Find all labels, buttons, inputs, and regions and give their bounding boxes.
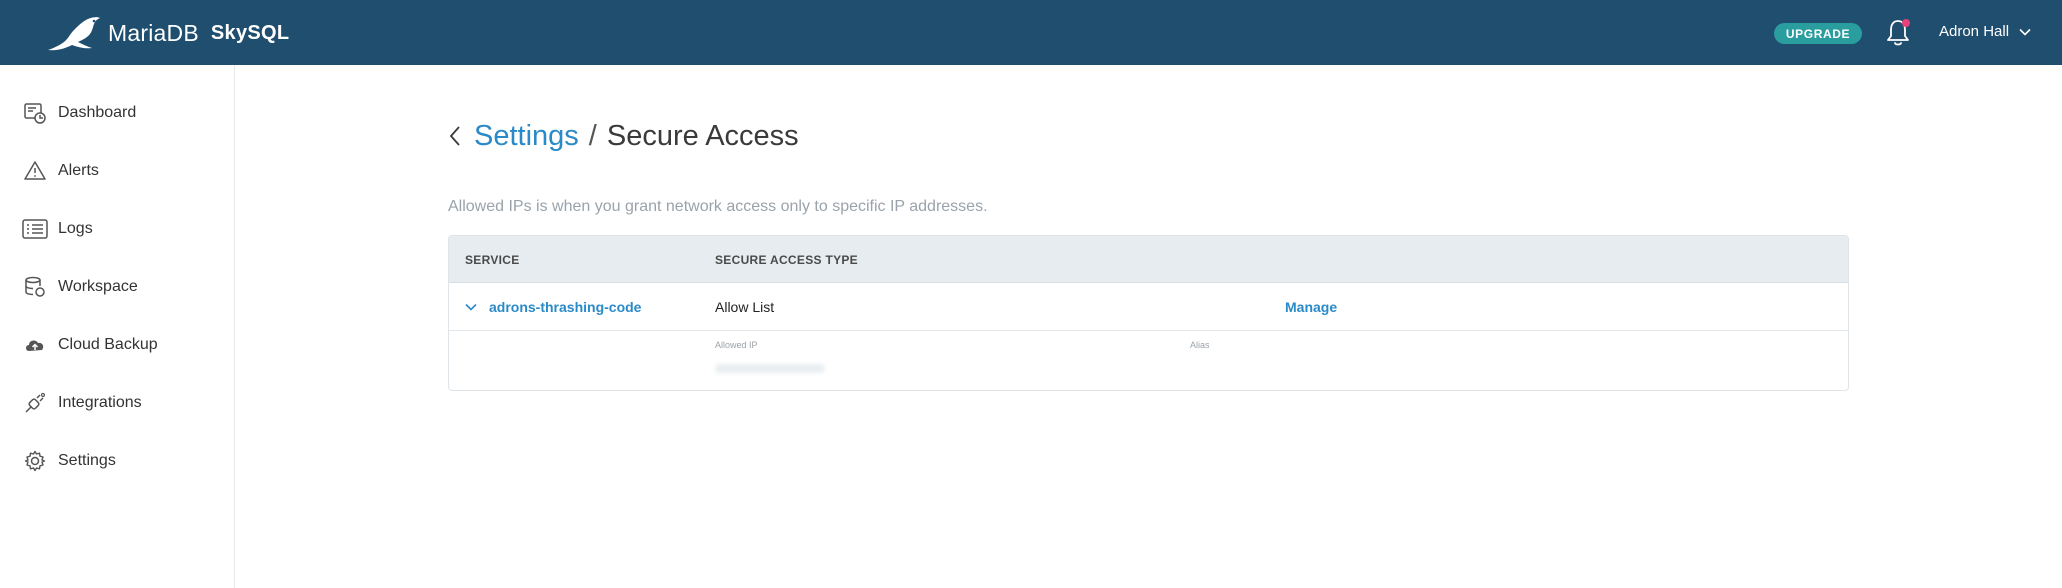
allowed-ip-label: Allowed IP <box>715 340 758 350</box>
sidebar-item-label: Logs <box>58 220 93 237</box>
gear-icon <box>22 448 48 474</box>
redacted-ip-value <box>715 364 825 373</box>
column-header-secure-access-type: SECURE ACCESS TYPE <box>715 252 858 267</box>
sidebar-item-label: Cloud Backup <box>58 336 158 353</box>
sidebar-item-label: Workspace <box>58 278 138 295</box>
breadcrumb: Settings / Secure Access <box>448 118 799 154</box>
sidebar-item-label: Integrations <box>58 394 142 411</box>
sidebar-item-workspace[interactable]: Workspace <box>22 272 138 302</box>
user-menu[interactable]: Adron Hall <box>1939 23 2031 40</box>
user-name: Adron Hall <box>1939 23 2010 40</box>
sidebar: Dashboard Alerts Logs Workspace Cloud Ba… <box>0 65 235 588</box>
access-type: Allow List <box>715 299 775 315</box>
logs-icon <box>22 216 48 242</box>
service-name: adrons-thrashing-code <box>489 299 642 315</box>
product-name: SkySQL <box>210 21 290 44</box>
alert-triangle-icon <box>22 158 48 184</box>
workspace-icon <box>22 274 48 300</box>
brand-logo[interactable]: MariaDB SkySQL <box>46 12 289 54</box>
back-chevron-icon[interactable] <box>448 122 468 150</box>
chevron-down-icon[interactable] <box>465 303 479 311</box>
breadcrumb-separator: / <box>588 119 597 152</box>
sidebar-item-settings[interactable]: Settings <box>22 446 116 476</box>
alias-label: Alias <box>1190 340 1210 350</box>
sidebar-item-label: Dashboard <box>58 104 137 121</box>
notification-dot <box>1902 19 1910 27</box>
manage-link[interactable]: Manage <box>1285 283 1337 331</box>
breadcrumb-settings-link[interactable]: Settings <box>474 120 579 153</box>
plug-icon <box>22 390 48 416</box>
top-bar: MariaDB SkySQL UPGRADE Adron Hall <box>0 0 2062 65</box>
column-header-service: SERVICE <box>465 252 520 267</box>
upgrade-button[interactable]: UPGRADE <box>1774 23 1862 44</box>
sidebar-item-integrations[interactable]: Integrations <box>22 388 142 418</box>
sidebar-item-cloud-backup[interactable]: Cloud Backup <box>22 330 158 360</box>
sidebar-item-dashboard[interactable]: Dashboard <box>22 98 136 128</box>
chevron-down-icon <box>2019 28 2031 36</box>
dashboard-icon <box>22 100 48 126</box>
seal-logo-icon <box>48 17 100 51</box>
secure-access-table: SERVICE SECURE ACCESS TYPE adrons-thrash… <box>448 235 1849 391</box>
table-header: SERVICE SECURE ACCESS TYPE <box>449 236 1848 283</box>
sidebar-item-alerts[interactable]: Alerts <box>22 156 99 186</box>
sidebar-item-label: Alerts <box>58 162 99 179</box>
service-link[interactable]: adrons-thrashing-code <box>465 283 641 331</box>
sidebar-item-logs[interactable]: Logs <box>22 214 93 244</box>
cloud-upload-icon <box>22 332 48 358</box>
page-description: Allowed IPs is when you grant network ac… <box>448 198 988 215</box>
sidebar-item-label: Settings <box>58 452 116 469</box>
brand-name: MariaDB <box>108 19 199 46</box>
row-details: Allowed IP Alias <box>449 331 1848 390</box>
page-title: Secure Access <box>606 119 799 152</box>
table-row: adrons-thrashing-code Allow List Manage <box>449 283 1848 331</box>
